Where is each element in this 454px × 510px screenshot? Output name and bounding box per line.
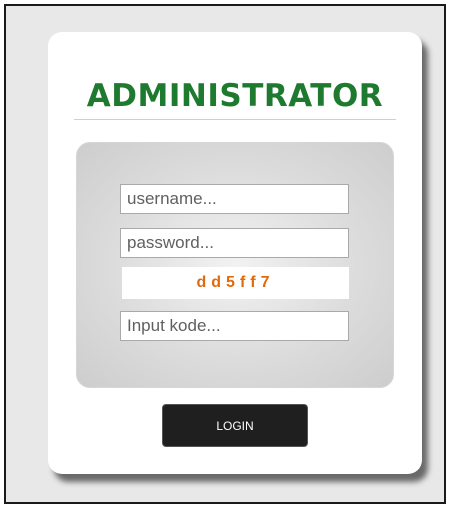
page-title: ADMINISTRATOR (86, 78, 384, 114)
form-panel (76, 142, 394, 388)
page-frame: ADMINISTRATOR dd5ff7 LOGIN (4, 4, 446, 504)
login-card: ADMINISTRATOR dd5ff7 LOGIN (48, 32, 422, 474)
password-input[interactable] (120, 228, 349, 258)
captcha-input[interactable] (120, 311, 349, 341)
title-divider (74, 119, 396, 120)
username-input[interactable] (120, 184, 349, 214)
login-button[interactable]: LOGIN (162, 404, 308, 447)
captcha-code: dd5ff7 (122, 267, 349, 299)
